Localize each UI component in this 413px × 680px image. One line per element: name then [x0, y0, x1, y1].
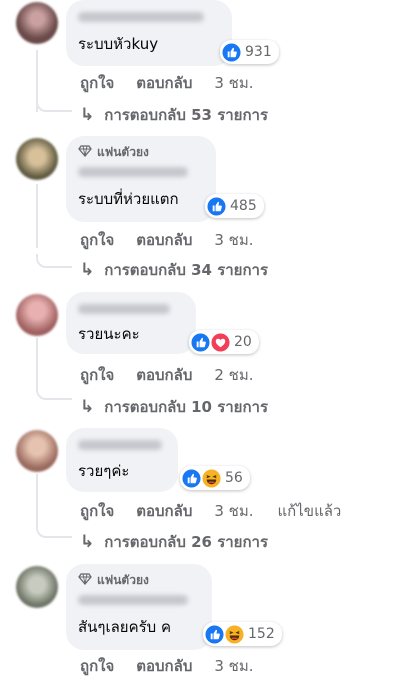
- view-replies-link[interactable]: ↳ การตอบกลับ 10 รายการ: [80, 395, 268, 419]
- comment-text: รวยนะคะ: [78, 325, 140, 343]
- timestamp[interactable]: 2 ชม.: [214, 363, 253, 387]
- reply-button[interactable]: ตอบกลับ: [136, 363, 192, 387]
- comment-bubble: ระบบหัวkuy: [66, 0, 232, 66]
- view-replies-link[interactable]: ↳ การตอบกลับ 34 รายการ: [80, 258, 268, 282]
- reaction-summary[interactable]: 20: [189, 330, 259, 354]
- avatar[interactable]: [16, 566, 58, 608]
- reply-arrow-icon: ↳: [80, 260, 95, 280]
- reaction-summary[interactable]: 485: [205, 194, 264, 218]
- view-replies-label: การตอบกลับ 10 รายการ: [104, 398, 269, 416]
- author-name[interactable]: [78, 299, 184, 319]
- avatar[interactable]: [16, 2, 58, 44]
- diamond-icon: [78, 144, 92, 160]
- like-button[interactable]: ถูกใจ: [80, 71, 114, 95]
- view-replies-label: การตอบกลับ 34 รายการ: [104, 261, 269, 279]
- reaction-count: 152: [248, 626, 275, 642]
- badge-label: แฟนตัวยง: [97, 144, 149, 159]
- like-button[interactable]: ถูกใจ: [80, 363, 114, 387]
- haha-reaction-icon: [202, 468, 221, 488]
- diamond-icon: [78, 572, 92, 588]
- timestamp[interactable]: 3 ชม.: [214, 654, 253, 678]
- author-name[interactable]: [78, 590, 200, 610]
- avatar[interactable]: [16, 430, 58, 472]
- thread-line: [36, 338, 38, 386]
- view-replies-link[interactable]: ↳ การตอบกลับ 26 รายการ: [80, 530, 268, 554]
- like-button[interactable]: ถูกใจ: [80, 228, 114, 252]
- author-name[interactable]: [78, 435, 166, 455]
- timestamp[interactable]: 3 ชม.: [214, 499, 253, 523]
- comment-bubble: แฟนตัวยง ระบบที่ห่วยแตก: [66, 136, 216, 222]
- like-button[interactable]: ถูกใจ: [80, 499, 114, 523]
- thread-line: [36, 474, 38, 524]
- reply-button[interactable]: ตอบกลับ: [136, 228, 192, 252]
- reaction-count: 56: [225, 470, 243, 486]
- thread-connector: [36, 524, 72, 538]
- view-replies-label: การตอบกลับ 53 รายการ: [104, 106, 269, 124]
- comment-text: ระบบที่ห่วยแตก: [78, 190, 179, 208]
- reaction-count: 20: [234, 334, 252, 350]
- reaction-summary[interactable]: 152: [203, 622, 282, 646]
- like-reaction-icon: [205, 624, 224, 644]
- haha-reaction-icon: [225, 624, 244, 644]
- reaction-summary[interactable]: 56: [180, 466, 250, 490]
- reply-arrow-icon: ↳: [80, 105, 95, 125]
- like-button[interactable]: ถูกใจ: [80, 654, 114, 678]
- thread-line: [36, 184, 38, 248]
- author-name[interactable]: [78, 162, 204, 182]
- reaction-count: 485: [230, 198, 257, 214]
- love-reaction-icon: [211, 332, 230, 352]
- like-reaction-icon: [182, 468, 201, 488]
- avatar[interactable]: [16, 138, 58, 180]
- view-replies-label: การตอบกลับ 26 รายการ: [104, 533, 269, 551]
- reaction-count: 931: [245, 44, 272, 60]
- timestamp[interactable]: 3 ชม.: [214, 228, 253, 252]
- comment-text: รวยๆค่ะ: [78, 462, 130, 480]
- reaction-summary[interactable]: 931: [220, 40, 279, 64]
- timestamp[interactable]: 3 ชม.: [214, 71, 253, 95]
- edited-label[interactable]: แก้ไขแล้ว: [278, 499, 342, 523]
- comment-bubble: แฟนตัวยง สันๆเลยครับ ค: [66, 564, 212, 650]
- reply-button[interactable]: ตอบกลับ: [136, 654, 192, 678]
- comment-text: ระบบหัวkuy: [78, 35, 159, 53]
- reply-arrow-icon: ↳: [80, 532, 95, 552]
- author-name[interactable]: [78, 7, 220, 27]
- badge-label: แฟนตัวยง: [97, 572, 149, 587]
- thread-connector: [36, 386, 72, 400]
- reply-button[interactable]: ตอบกลับ: [136, 499, 192, 523]
- reply-arrow-icon: ↳: [80, 397, 95, 417]
- top-fan-badge[interactable]: แฟนตัวยง: [78, 571, 200, 589]
- thread-connector: [36, 98, 72, 112]
- avatar[interactable]: [16, 294, 58, 336]
- like-reaction-icon: [207, 196, 226, 216]
- comment-text: สันๆเลยครับ ค: [78, 618, 171, 636]
- top-fan-badge[interactable]: แฟนตัวยง: [78, 143, 204, 161]
- like-reaction-icon: [191, 332, 210, 352]
- reply-button[interactable]: ตอบกลับ: [136, 71, 192, 95]
- thread-connector: [36, 254, 72, 268]
- view-replies-link[interactable]: ↳ การตอบกลับ 53 รายการ: [80, 103, 268, 127]
- comment-bubble: รวยนะคะ: [66, 292, 196, 354]
- like-reaction-icon: [222, 42, 241, 62]
- comment-bubble: รวยๆค่ะ: [66, 428, 178, 492]
